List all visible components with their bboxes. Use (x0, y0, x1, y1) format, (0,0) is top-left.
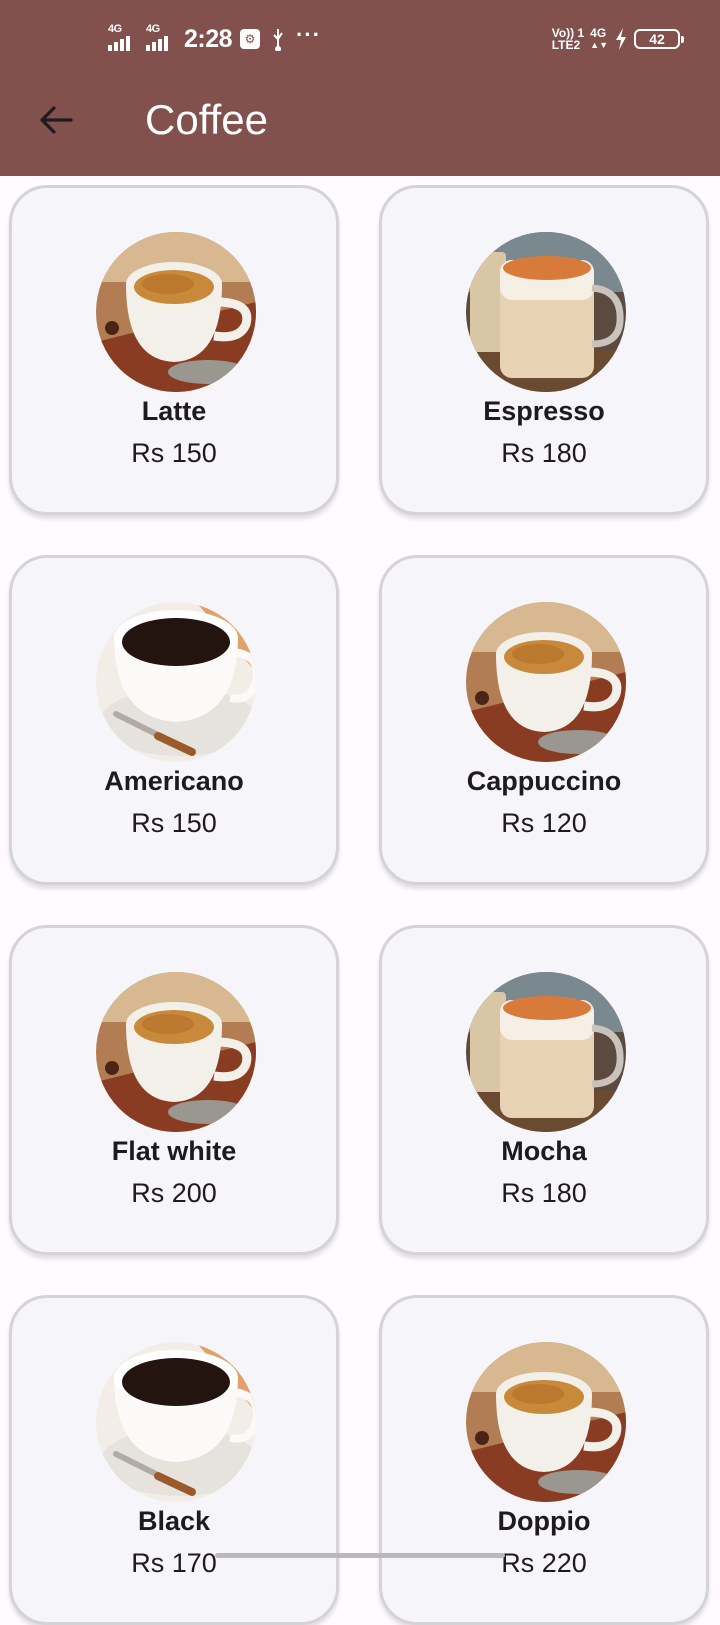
battery-level: 42 (649, 31, 665, 47)
coffee-name: Doppio (497, 1506, 591, 1536)
usb-icon (273, 29, 283, 51)
coffee-price: Rs 150 (131, 808, 217, 838)
coffee-card[interactable]: Espresso Rs 180 (379, 185, 709, 515)
app-notification-icon: ⚙ (240, 29, 261, 49)
signal-icon: 4G (108, 23, 138, 51)
page-title: Coffee (145, 96, 268, 143)
coffee-name: Latte (141, 396, 207, 426)
app-bar: 4G 4G 2:28 ⚙ ··· Vo)) 1 LTE2 4G ▲▼ 42 Co… (0, 0, 720, 176)
coffee-image (466, 602, 626, 762)
volte-icon: Vo)) 1 LTE2 (552, 27, 584, 51)
coffee-name: Espresso (483, 396, 605, 426)
charging-icon (616, 28, 626, 50)
coffee-image (96, 232, 256, 392)
volte-line2: LTE2 (551, 38, 581, 52)
back-button[interactable] (28, 92, 84, 148)
coffee-name: Cappuccino (466, 766, 622, 796)
coffee-image (466, 1342, 626, 1502)
sim1-network-label: 4G (108, 23, 122, 35)
coffee-price: Rs 120 (501, 808, 587, 838)
coffee-name: Flat white (111, 1136, 237, 1166)
coffee-name: Black (137, 1506, 211, 1536)
coffee-card[interactable]: Cappuccino Rs 120 (379, 555, 709, 885)
status-time: 2:28 (184, 24, 233, 53)
status-bar: 4G 4G 2:28 ⚙ ··· Vo)) 1 LTE2 4G ▲▼ 42 (0, 0, 720, 78)
coffee-image (466, 232, 626, 392)
coffee-card[interactable]: Mocha Rs 180 (379, 925, 709, 1255)
coffee-image (466, 972, 626, 1132)
sim2-network-label: 4G (146, 23, 160, 35)
coffee-price: Rs 200 (131, 1178, 217, 1208)
coffee-name: Mocha (501, 1136, 587, 1166)
arrow-left-icon (40, 106, 73, 134)
coffee-card[interactable]: Americano Rs 150 (9, 555, 339, 885)
coffee-image (96, 972, 256, 1132)
coffee-card[interactable]: Flat white Rs 200 (9, 925, 339, 1255)
coffee-price: Rs 150 (131, 438, 217, 468)
signal-icon: 4G (146, 23, 176, 51)
more-dots-icon: ··· (296, 22, 322, 47)
data-network-label: 4G (590, 26, 607, 40)
coffee-card[interactable]: Black Rs 170 (9, 1295, 339, 1625)
battery-icon: 42 (634, 29, 684, 49)
coffee-image (96, 602, 256, 762)
coffee-price: Rs 180 (501, 1178, 587, 1208)
coffee-image (96, 1342, 256, 1502)
coffee-price: Rs 180 (501, 438, 587, 468)
coffee-card[interactable]: Doppio Rs 220 (379, 1295, 709, 1625)
home-indicator[interactable] (215, 1553, 505, 1558)
coffee-card[interactable]: Latte Rs 150 (9, 185, 339, 515)
data-icon: 4G ▲▼ (590, 26, 608, 50)
coffee-name: Americano (104, 766, 244, 796)
